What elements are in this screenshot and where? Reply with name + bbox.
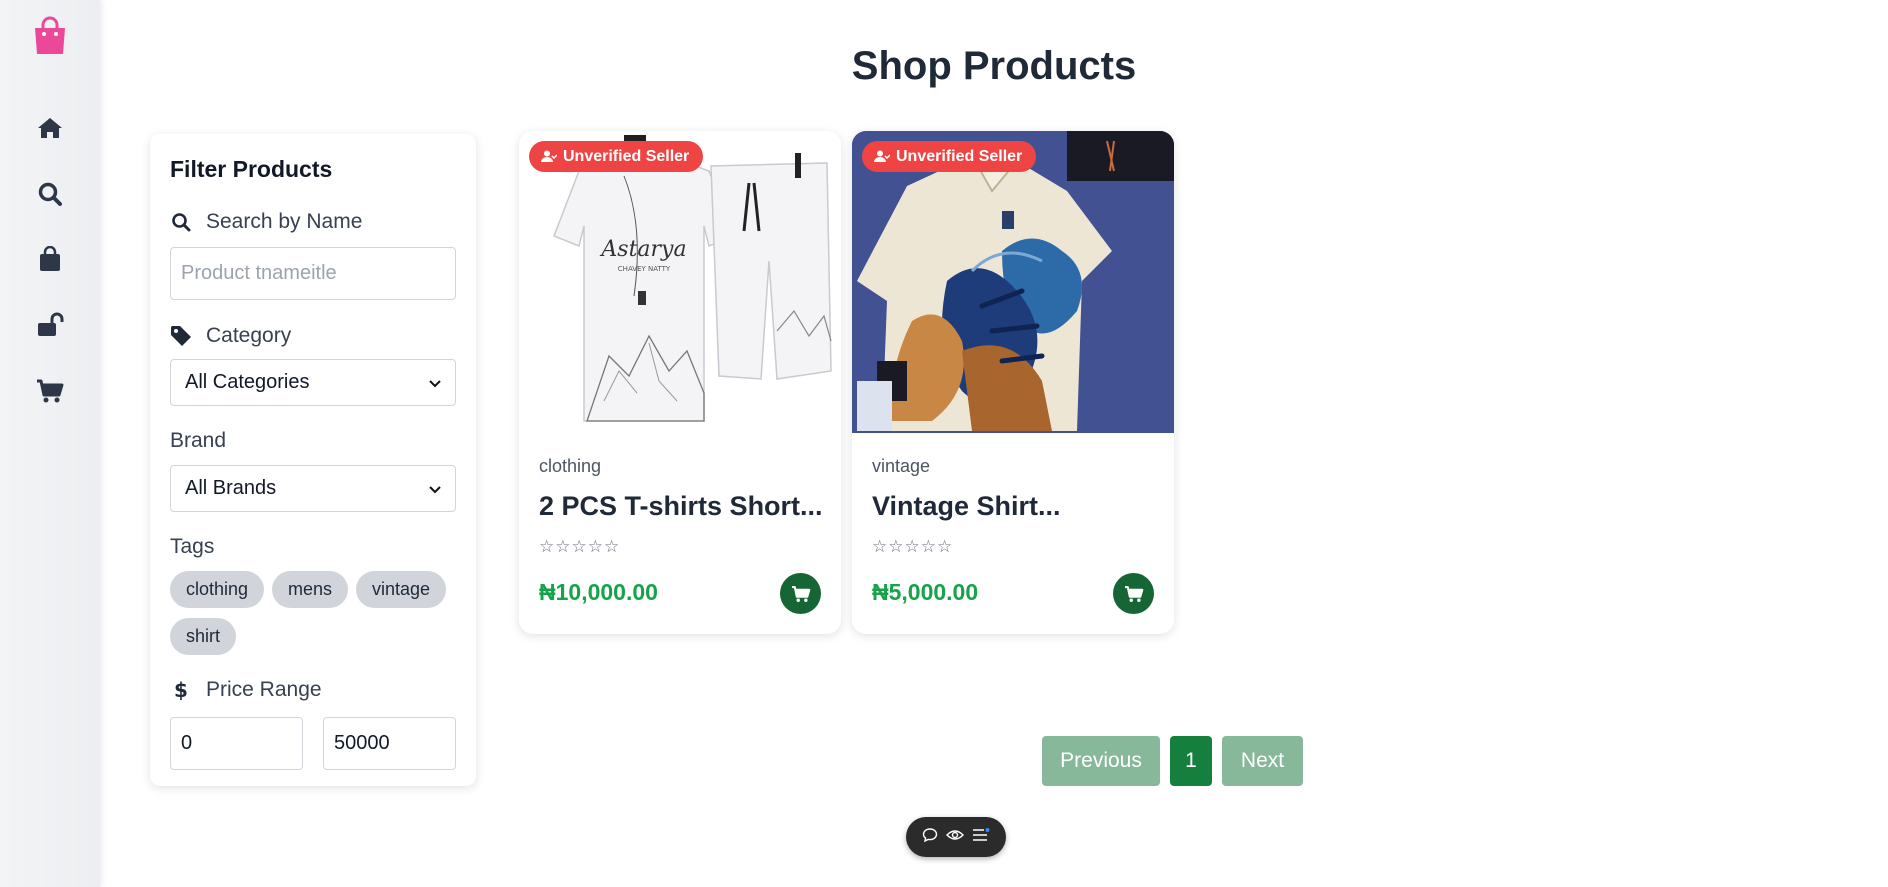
cart-icon [1124,585,1143,602]
comment-icon[interactable] [922,827,938,848]
product-card[interactable]: Astarya CHAVEY NATTY Unverified Seller c… [519,131,841,634]
tag-mens[interactable]: mens [272,571,349,608]
page-1-button[interactable]: 1 [1170,736,1212,786]
sidebar [0,0,100,887]
filter-title: Filter Products [170,156,333,182]
next-button[interactable]: Next [1222,736,1303,786]
tags-label: Tags [170,535,215,558]
product-price: ₦5,000.00 [872,579,979,605]
previous-button[interactable]: Previous [1042,736,1160,786]
search-icon [170,212,192,232]
home-icon[interactable] [32,110,68,146]
user-icon [874,150,890,162]
unverified-seller-badge: Unverified Seller [862,141,1037,172]
badge-text: Unverified Seller [563,147,690,165]
svg-text:Astarya: Astarya [599,237,686,262]
category-select[interactable]: All Categories [170,359,456,406]
add-to-cart-button[interactable] [780,573,821,614]
floating-toolbar [906,817,1006,857]
price-label-text: Price Range [206,678,322,701]
product-category: vintage [872,456,931,476]
cart-icon [791,585,810,602]
cart-icon[interactable] [32,373,68,409]
product-image[interactable] [852,131,1174,433]
chevron-down-icon [429,477,441,500]
svg-text:$: $ [174,679,188,701]
price-min-input[interactable]: 0 [170,717,303,770]
category-label-text: Category [206,324,292,347]
svg-text:CHAVEY NATTY: CHAVEY NATTY [618,265,671,273]
chevron-down-icon [429,371,441,394]
price-label: $ Price Range [170,678,322,702]
product-name[interactable]: 2 PCS T-shirts Short... [539,491,823,522]
unlock-icon[interactable] [32,307,68,343]
product-image[interactable]: Astarya CHAVEY NATTY [519,131,841,433]
tag-vintage[interactable]: vintage [356,571,447,608]
product-price: ₦10,000.00 [539,579,658,605]
list-icon[interactable] [972,827,990,847]
tag-clothing[interactable]: clothing [170,571,265,608]
badge-text: Unverified Seller [896,147,1023,165]
page-title: Shop Products [851,44,1137,88]
shopping-bag-icon[interactable] [31,16,69,56]
price-max-input[interactable]: 50000 [323,717,456,770]
product-category: clothing [539,456,602,476]
tag-icon [170,325,192,347]
brand-label: Brand [170,429,227,452]
category-label: Category [170,324,291,348]
filter-panel: Filter Products Search by Name Category … [150,134,476,786]
product-name[interactable]: Vintage Shirt... [872,491,1061,522]
bag-icon[interactable] [32,241,68,277]
product-card[interactable]: Unverified Seller vintage Vintage Shirt.… [852,131,1174,634]
search-label-text: Search by Name [206,210,363,233]
search-input[interactable] [170,247,456,300]
category-selected: All Categories [185,371,310,393]
brand-select[interactable]: All Brands [170,465,456,512]
search-label: Search by Name [170,210,362,234]
rating-stars: ☆☆☆☆☆ [539,537,621,556]
eye-icon[interactable] [946,828,964,847]
rating-stars: ☆☆☆☆☆ [872,537,954,556]
brand-selected: All Brands [185,477,277,499]
user-icon [541,150,557,162]
unverified-seller-badge: Unverified Seller [529,141,704,172]
tag-shirt[interactable]: shirt [170,618,237,655]
add-to-cart-button[interactable] [1113,573,1154,614]
dollar-icon: $ [170,679,192,701]
search-icon[interactable] [32,176,68,212]
